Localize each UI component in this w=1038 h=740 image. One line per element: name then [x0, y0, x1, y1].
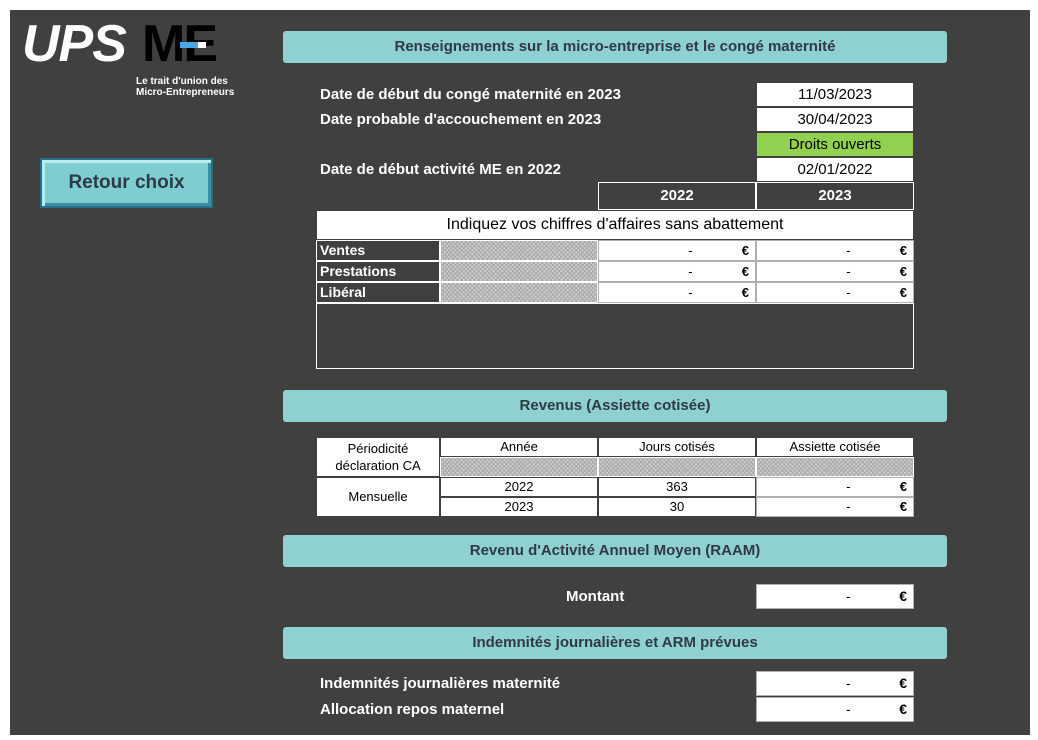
- revenus-row-annee: 2023: [440, 497, 598, 517]
- revenus-row-assiette: - €: [756, 477, 914, 497]
- revenus-row-assiette: - €: [756, 497, 914, 517]
- ca-prestations-2023[interactable]: - €: [756, 261, 914, 282]
- date-accouchement-field[interactable]: 30/04/2023: [756, 107, 914, 132]
- col-header-annee: Année: [440, 437, 598, 457]
- montant-label: Montant: [566, 588, 625, 605]
- logo-accent: [180, 42, 198, 48]
- logo-accent-white: [198, 42, 206, 48]
- ca-hatch-cell: [440, 240, 598, 261]
- col-header-jours: Jours cotisés: [598, 437, 756, 457]
- ca-ventes-2022[interactable]: - €: [598, 240, 756, 261]
- col-header-assiette: Assiette cotisée: [756, 437, 914, 457]
- ca-row-label-prestations: Prestations: [316, 261, 440, 282]
- arm-label: Allocation repos maternel: [320, 701, 505, 718]
- logo-tagline: Le trait d'union des Micro-Entrepreneurs: [136, 76, 235, 98]
- date-debut-conge-label: Date de début du congé maternité en 2023: [320, 86, 621, 103]
- ca-liberal-2023[interactable]: - €: [756, 282, 914, 303]
- arm-value: - €: [756, 697, 914, 722]
- periodicite-value: Mensuelle: [316, 477, 440, 517]
- revenus-row-jours: 363: [598, 477, 756, 497]
- ca-row-label-ventes: Ventes: [316, 240, 440, 261]
- col-header-periodicite: Périodicité déclaration CA: [316, 437, 440, 477]
- date-debut-conge-field[interactable]: 11/03/2023: [756, 82, 914, 107]
- section-header-renseignements: Renseignements sur la micro-entreprise e…: [283, 31, 947, 63]
- year-header-2023: 2023: [756, 182, 914, 210]
- ca-empty-box: [316, 303, 914, 369]
- date-debut-activite-label: Date de début activité ME en 2022: [320, 161, 561, 178]
- section-header-raam: Revenu d'Activité Annuel Moyen (RAAM): [283, 535, 947, 567]
- revenus-row-jours: 30: [598, 497, 756, 517]
- droits-status-badge: Droits ouverts: [756, 132, 914, 157]
- ca-liberal-2022[interactable]: - €: [598, 282, 756, 303]
- date-accouchement-label: Date probable d'accouchement en 2023: [320, 111, 602, 128]
- montant-value: - €: [756, 584, 914, 609]
- ca-ventes-2023[interactable]: - €: [756, 240, 914, 261]
- section-header-revenus: Revenus (Assiette cotisée): [283, 390, 947, 422]
- ca-hatch-cell: [440, 261, 598, 282]
- section-header-indemnites: Indemnités journalières et ARM prévues: [283, 627, 947, 659]
- retour-choix-button[interactable]: Retour choix: [40, 158, 213, 208]
- ij-value: - €: [756, 671, 914, 696]
- revenus-hatch-cell: [756, 457, 914, 477]
- ca-title: Indiquez vos chiffres d'affaires sans ab…: [316, 210, 914, 240]
- ca-hatch-cell: [440, 282, 598, 303]
- year-header-2022: 2022: [598, 182, 756, 210]
- logo-ups: UPS: [22, 15, 127, 73]
- date-debut-activite-field[interactable]: 02/01/2022: [756, 157, 914, 182]
- ij-label: Indemnités journalières maternité: [320, 675, 561, 692]
- revenus-hatch-cell: [598, 457, 756, 477]
- ca-prestations-2022[interactable]: - €: [598, 261, 756, 282]
- revenus-row-annee: 2022: [440, 477, 598, 497]
- revenus-hatch-cell: [440, 457, 598, 477]
- ca-row-label-liberal: Libéral: [316, 282, 440, 303]
